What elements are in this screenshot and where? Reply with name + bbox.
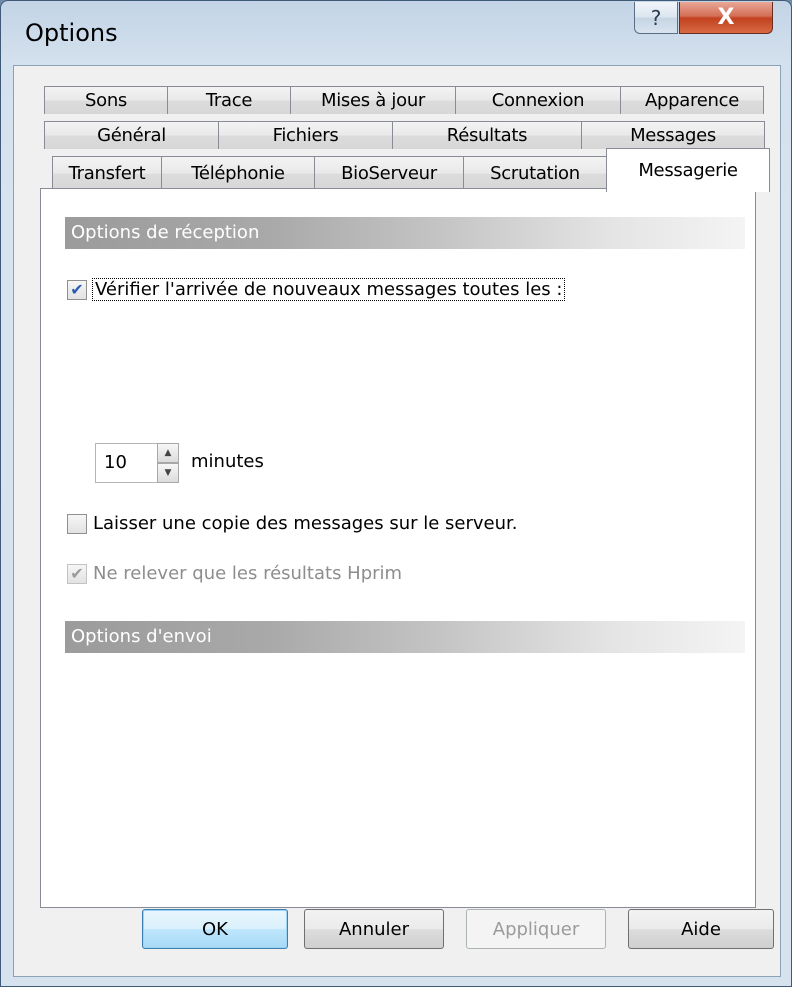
interval-unit-label: minutes: [191, 451, 264, 472]
options-dialog: Options ? X Sons Trace Mises à jour Conn…: [0, 0, 792, 987]
leave-copy-checkbox[interactable]: [67, 513, 87, 534]
tab-trace[interactable]: Trace: [167, 86, 291, 114]
leave-copy-label[interactable]: Laisser une copie des messages sur le se…: [93, 513, 518, 534]
interval-spinner[interactable]: ▲ ▼: [157, 443, 179, 483]
title-bar[interactable]: Options ? X: [1, 1, 791, 65]
dialog-client-area: Sons Trace Mises à jour Connexion Appare…: [13, 65, 781, 977]
tab-general[interactable]: Général: [44, 121, 219, 149]
sending-section-header: Options d'envoi: [65, 621, 745, 653]
spin-up-button[interactable]: ▲: [157, 443, 179, 463]
question-icon: ?: [650, 5, 662, 30]
close-button[interactable]: X: [679, 2, 773, 34]
apply-button: Appliquer: [466, 909, 606, 949]
tab-panel-messagerie: Options de réception ✔ Vérifier l'arrivé…: [40, 188, 756, 908]
help-button[interactable]: Aide: [628, 909, 774, 949]
interval-input[interactable]: 10: [95, 443, 159, 483]
window-title: Options: [25, 19, 118, 47]
hprim-label: Ne relever que les résultats Hprim: [93, 563, 403, 584]
tab-apparence[interactable]: Apparence: [620, 86, 764, 114]
spin-down-button[interactable]: ▼: [157, 463, 179, 483]
checkmark-icon: ✔: [70, 280, 84, 299]
leave-copy-row[interactable]: Laisser une copie des messages sur le se…: [67, 513, 518, 534]
checkmark-icon: ✔: [70, 564, 84, 583]
cancel-button[interactable]: Annuler: [304, 909, 444, 949]
close-icon: X: [717, 5, 735, 30]
check-new-messages-row[interactable]: ✔ Vérifier l'arrivée de nouveaux message…: [67, 278, 566, 301]
tab-row-3: Transfert Téléphonie BioServeur Scrutati…: [52, 148, 770, 192]
tab-mises-a-jour[interactable]: Mises à jour: [290, 86, 456, 114]
hprim-row: ✔ Ne relever que les résultats Hprim: [67, 563, 402, 584]
tab-scrutation[interactable]: Scrutation: [463, 156, 607, 190]
check-new-messages-label[interactable]: Vérifier l'arrivée de nouveaux messages …: [91, 278, 566, 301]
tab-messagerie[interactable]: Messagerie: [606, 148, 770, 192]
tab-resultats[interactable]: Résultats: [392, 121, 582, 149]
tab-row-1: Sons Trace Mises à jour Connexion Appare…: [44, 86, 764, 114]
check-new-messages-checkbox[interactable]: ✔: [67, 279, 87, 300]
reception-section-header: Options de réception: [65, 217, 745, 249]
hprim-checkbox: ✔: [67, 563, 87, 584]
tab-row-2: Général Fichiers Résultats Messages: [44, 121, 765, 149]
chevron-up-icon: ▲: [164, 448, 172, 458]
tab-messages[interactable]: Messages: [581, 121, 765, 149]
tab-telephonie[interactable]: Téléphonie: [161, 156, 315, 190]
tab-sons[interactable]: Sons: [44, 86, 168, 114]
tab-bioserveur[interactable]: BioServeur: [314, 156, 464, 190]
tab-transfert[interactable]: Transfert: [52, 156, 162, 190]
ok-button[interactable]: OK: [142, 909, 288, 949]
chevron-down-icon: ▼: [164, 468, 172, 478]
help-title-button[interactable]: ?: [634, 2, 678, 34]
tab-fichiers[interactable]: Fichiers: [218, 121, 393, 149]
tab-connexion[interactable]: Connexion: [455, 86, 621, 114]
